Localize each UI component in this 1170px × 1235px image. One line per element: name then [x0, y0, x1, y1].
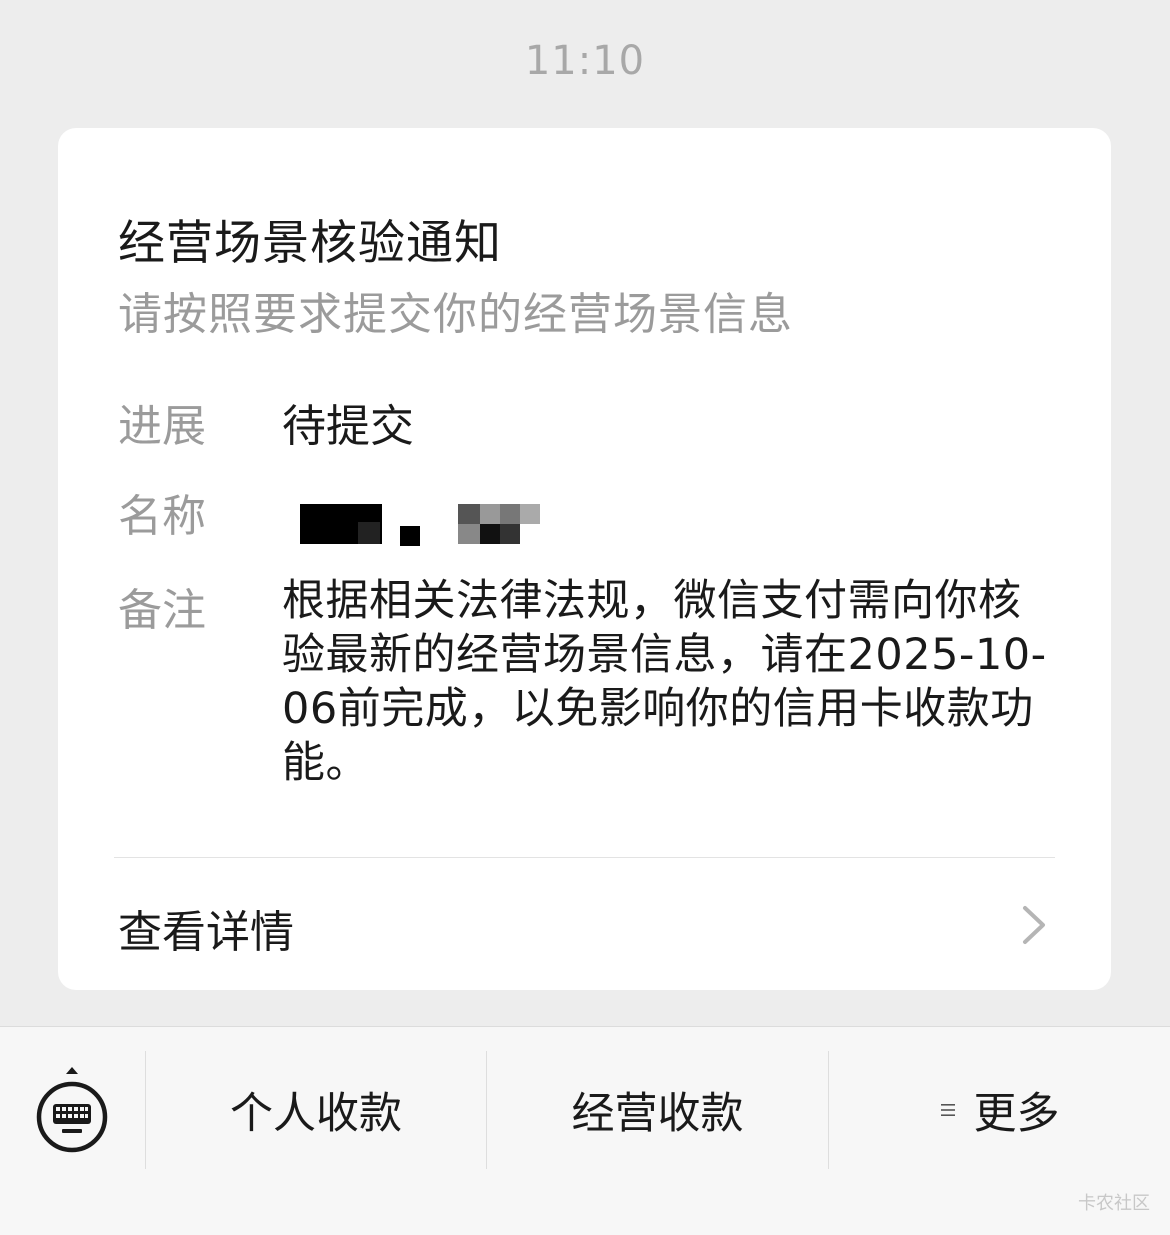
card-subtitle: 请按照要求提交你的经营场景信息 [118, 289, 793, 340]
more-button[interactable]: 更多 [829, 1051, 1170, 1169]
card-title: 经营场景核验通知 [118, 216, 502, 271]
message-timestamp: 11:10 [524, 38, 646, 84]
more-button-label: 更多 [973, 1089, 1060, 1139]
progress-value: 待提交 [282, 401, 414, 452]
chevron-right-icon [1023, 906, 1045, 944]
progress-label: 进展 [118, 401, 206, 452]
remark-value: 根据相关法律法规，微信支付需向你核验最新的经营场景信息，请在2025-10-06… [282, 576, 1047, 788]
name-value-redacted [300, 504, 550, 546]
keyboard-icon[interactable] [34, 1067, 110, 1157]
view-details-row[interactable]: 查看详情 [58, 858, 1111, 990]
notification-card[interactable]: 经营场景核验通知 请按照要求提交你的经营场景信息 进展 待提交 名称 备注 根据… [58, 128, 1111, 990]
business-payment-button[interactable]: 经营收款 [487, 1051, 828, 1169]
bottom-menu-bar: 个人收款 经营收款 更多 卡农社区 [0, 1026, 1170, 1235]
watermark: 卡农社区 [1078, 1193, 1150, 1214]
view-details-label: 查看详情 [118, 907, 294, 958]
personal-payment-button[interactable]: 个人收款 [146, 1051, 486, 1169]
name-label: 名称 [118, 491, 206, 542]
remark-label: 备注 [118, 585, 206, 636]
menu-lines-icon [940, 1104, 955, 1116]
